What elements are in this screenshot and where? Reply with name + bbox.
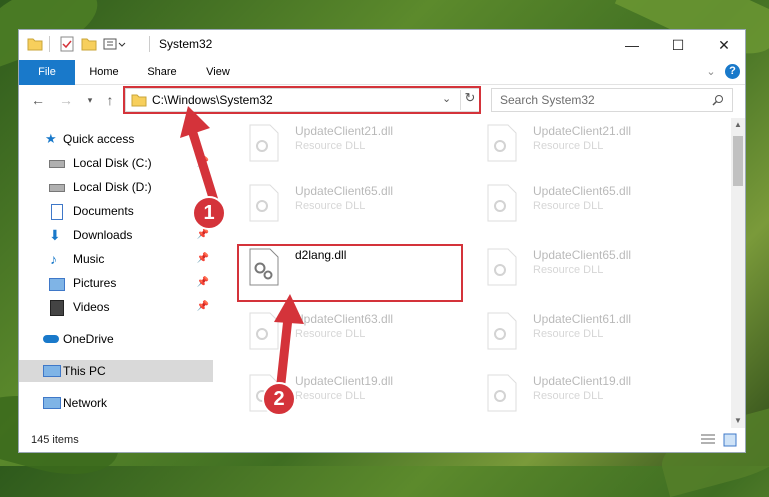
computer-icon xyxy=(43,365,61,377)
nav-item-downloads[interactable]: ⬇ Downloads 📌 xyxy=(19,224,213,246)
forward-button[interactable]: → xyxy=(57,91,75,109)
file-item[interactable]: UpdateClient65.dll Resource DLL xyxy=(479,242,699,298)
file-item[interactable]: UpdateClient61.dll Resource DLL xyxy=(479,306,699,362)
dll-file-icon xyxy=(487,124,517,162)
ribbon-tabs: File Home Share View ⌄ ? xyxy=(19,60,745,116)
separator xyxy=(49,36,50,52)
drive-icon xyxy=(49,184,65,192)
file-item[interactable]: UpdateClient19.dll Resource DLL xyxy=(479,368,699,424)
help-icon[interactable]: ? xyxy=(725,64,740,79)
step-badge-1: 1 xyxy=(192,196,226,230)
scroll-up-icon[interactable]: ▲ xyxy=(734,120,742,129)
dll-file-icon xyxy=(487,312,517,350)
close-button[interactable]: ✕ xyxy=(701,30,745,60)
recent-locations-button[interactable]: ▾ xyxy=(81,91,99,109)
vertical-scrollbar[interactable]: ▲ ▼ xyxy=(731,118,745,428)
pin-icon: 📌 xyxy=(196,301,209,312)
back-button[interactable]: ← xyxy=(29,91,47,109)
nav-item-music[interactable]: ♪ Music 📌 xyxy=(19,248,213,270)
maximize-button[interactable]: ☐ xyxy=(655,30,701,60)
documents-icon xyxy=(51,204,63,220)
large-icons-view-icon[interactable] xyxy=(723,433,737,447)
item-count: 145 items xyxy=(31,434,79,446)
explorer-window: System32 — ☐ ✕ File Home Share View ⌄ ? … xyxy=(18,29,746,453)
nav-item-this-pc[interactable]: This PC xyxy=(19,360,213,382)
properties-icon[interactable] xyxy=(59,36,75,52)
dll-file-icon xyxy=(487,248,517,286)
search-placeholder: Search System32 xyxy=(500,93,595,107)
videos-icon xyxy=(50,300,64,316)
minimize-button[interactable]: — xyxy=(609,30,655,60)
up-button[interactable]: ↑ xyxy=(101,91,119,109)
file-item[interactable]: UpdateClient65.dll Resource DLL xyxy=(241,178,461,234)
file-item[interactable]: UpdateClient65.dll Resource DLL xyxy=(479,178,699,234)
nav-item-network[interactable]: Network xyxy=(19,392,213,414)
star-icon: ★ xyxy=(45,131,57,146)
details-view-icon[interactable] xyxy=(701,434,715,446)
folder-icon[interactable] xyxy=(27,36,43,52)
address-row: ← → ▾ ↑ C:\Windows\System32 ⌄ ↻ Search S… xyxy=(19,85,745,117)
music-icon: ♪ xyxy=(50,251,57,267)
new-folder-icon[interactable] xyxy=(81,36,97,52)
drive-icon xyxy=(49,160,65,168)
network-icon xyxy=(43,397,61,409)
tab-share[interactable]: Share xyxy=(137,60,187,84)
dll-file-icon xyxy=(487,374,517,412)
nav-item-videos[interactable]: Videos 📌 xyxy=(19,296,213,318)
dll-file-icon xyxy=(487,184,517,222)
customize-toolbar-icon[interactable] xyxy=(103,36,129,52)
pictures-icon xyxy=(49,278,65,291)
window-title: System32 xyxy=(159,37,213,51)
nav-item-pictures[interactable]: Pictures 📌 xyxy=(19,272,213,294)
tab-view[interactable]: View xyxy=(195,60,241,84)
title-bar: System32 — ☐ ✕ xyxy=(19,30,745,60)
scrollbar-thumb[interactable] xyxy=(733,136,743,186)
pin-icon: 📌 xyxy=(196,277,209,288)
pin-icon: 📌 xyxy=(196,253,209,264)
expand-ribbon-icon[interactable]: ⌄ xyxy=(703,60,719,84)
search-input[interactable]: Search System32 xyxy=(491,88,733,112)
search-icon xyxy=(712,95,723,106)
separator xyxy=(149,36,150,52)
nav-item-onedrive[interactable]: OneDrive xyxy=(19,328,213,350)
dll-file-icon xyxy=(249,184,279,222)
file-item[interactable]: UpdateClient21.dll Resource DLL xyxy=(479,118,699,174)
tab-home[interactable]: Home xyxy=(81,60,127,84)
dll-file-icon xyxy=(249,124,279,162)
file-item[interactable]: UpdateClient21.dll Resource DLL xyxy=(241,118,461,174)
step-badge-2: 2 xyxy=(262,382,296,416)
download-icon: ⬇ xyxy=(49,227,61,243)
scroll-down-icon[interactable]: ▼ xyxy=(734,416,742,425)
cloud-icon xyxy=(43,335,59,343)
status-bar: 145 items xyxy=(19,428,745,452)
